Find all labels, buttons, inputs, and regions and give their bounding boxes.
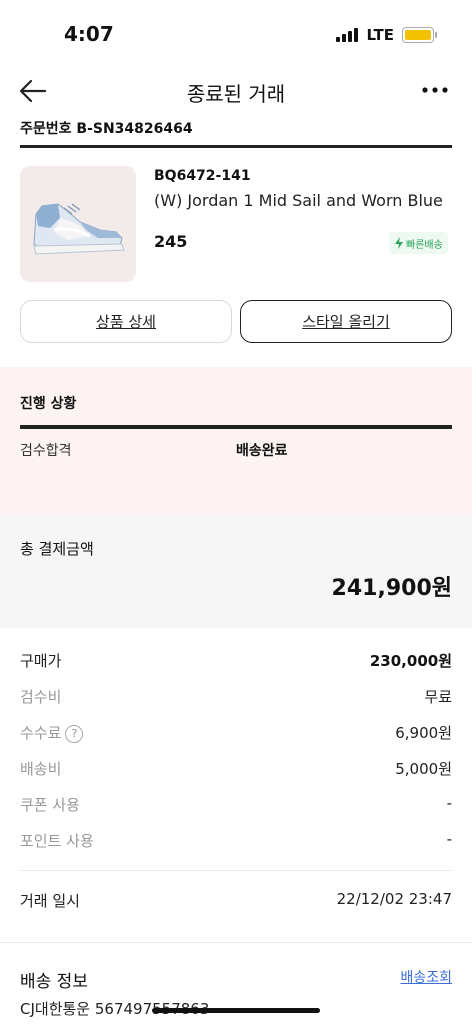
order-divider xyxy=(20,145,452,148)
status-time: 4:07 xyxy=(64,22,114,46)
trade-date-row: 거래 일시 22/12/02 23:47 xyxy=(20,890,452,912)
progress-step-delivered: 배송완료 xyxy=(236,443,288,459)
product-model: BQ6472-141 xyxy=(154,168,251,184)
divider xyxy=(20,870,452,871)
fast-delivery-badge: 빠른배송 xyxy=(389,232,448,254)
trade-date-label: 거래 일시 xyxy=(20,892,80,910)
status-icons: LTE xyxy=(336,26,437,44)
detail-value: - xyxy=(446,794,452,812)
detail-label: 포인트 사용 xyxy=(20,832,94,850)
detail-value: 230,000원 xyxy=(369,652,452,670)
commission-row: 수수료? 6,900원 xyxy=(20,722,452,744)
home-indicator[interactable] xyxy=(152,1008,320,1013)
product-image[interactable] xyxy=(20,166,136,282)
points-row: 포인트 사용 - xyxy=(20,830,452,852)
detail-value: 6,900원 xyxy=(395,724,452,742)
progress-bar xyxy=(20,425,452,429)
detail-value: 무료 xyxy=(424,688,452,706)
detail-value: - xyxy=(446,830,452,848)
total-payment-section: 총 결제금액 241,900원 xyxy=(0,514,472,628)
product-size: 245 xyxy=(154,232,188,251)
help-icon[interactable]: ? xyxy=(65,725,84,743)
progress-section: 진행 상황 검수합격 배송완료 xyxy=(0,367,472,514)
more-options-icon[interactable] xyxy=(420,78,450,102)
battery-icon xyxy=(402,27,437,43)
progress-title: 진행 상황 xyxy=(20,396,77,412)
product-name: (W) Jordan 1 Mid Sail and Worn Blue xyxy=(154,191,443,210)
status-bar: 4:07 LTE xyxy=(0,0,472,64)
detail-label: 수수료 xyxy=(20,724,62,742)
tracking-link[interactable]: 배송조회 xyxy=(400,967,452,987)
shipping-fee-row: 배송비 5,000원 xyxy=(20,758,452,780)
total-payment-value: 241,900원 xyxy=(331,576,452,601)
inspection-fee-row: 검수비 무료 xyxy=(20,686,452,708)
purchase-price-row: 구매가 230,000원 xyxy=(20,650,452,672)
order-number: 주문번호 B-SN34826464 xyxy=(20,121,193,137)
detail-label-wrap: 수수료? xyxy=(20,722,84,743)
page-title: 종료된 거래 xyxy=(186,82,286,106)
lightning-icon xyxy=(395,237,403,249)
detail-label: 쿠폰 사용 xyxy=(20,796,80,814)
network-label: LTE xyxy=(366,26,394,44)
signal-icon xyxy=(336,28,359,42)
nav-bar: 종료된 거래 xyxy=(0,70,472,114)
shipping-info-title: 배송 정보 xyxy=(20,972,88,992)
fast-delivery-label: 빠른배송 xyxy=(406,239,443,251)
detail-label: 구매가 xyxy=(20,652,62,670)
detail-value: 5,000원 xyxy=(395,760,452,778)
product-detail-button[interactable]: 상품 상세 xyxy=(20,300,232,343)
sneaker-illustration xyxy=(33,203,125,255)
detail-label: 배송비 xyxy=(20,760,62,778)
progress-step-inspection: 검수합격 xyxy=(20,443,72,459)
trade-date-value: 22/12/02 23:47 xyxy=(336,890,452,908)
upload-style-button[interactable]: 스타일 올리기 xyxy=(240,300,452,343)
total-payment-label: 총 결제금액 xyxy=(20,540,94,558)
coupon-row: 쿠폰 사용 - xyxy=(20,794,452,816)
detail-label: 검수비 xyxy=(20,688,62,706)
section-divider xyxy=(0,942,472,943)
